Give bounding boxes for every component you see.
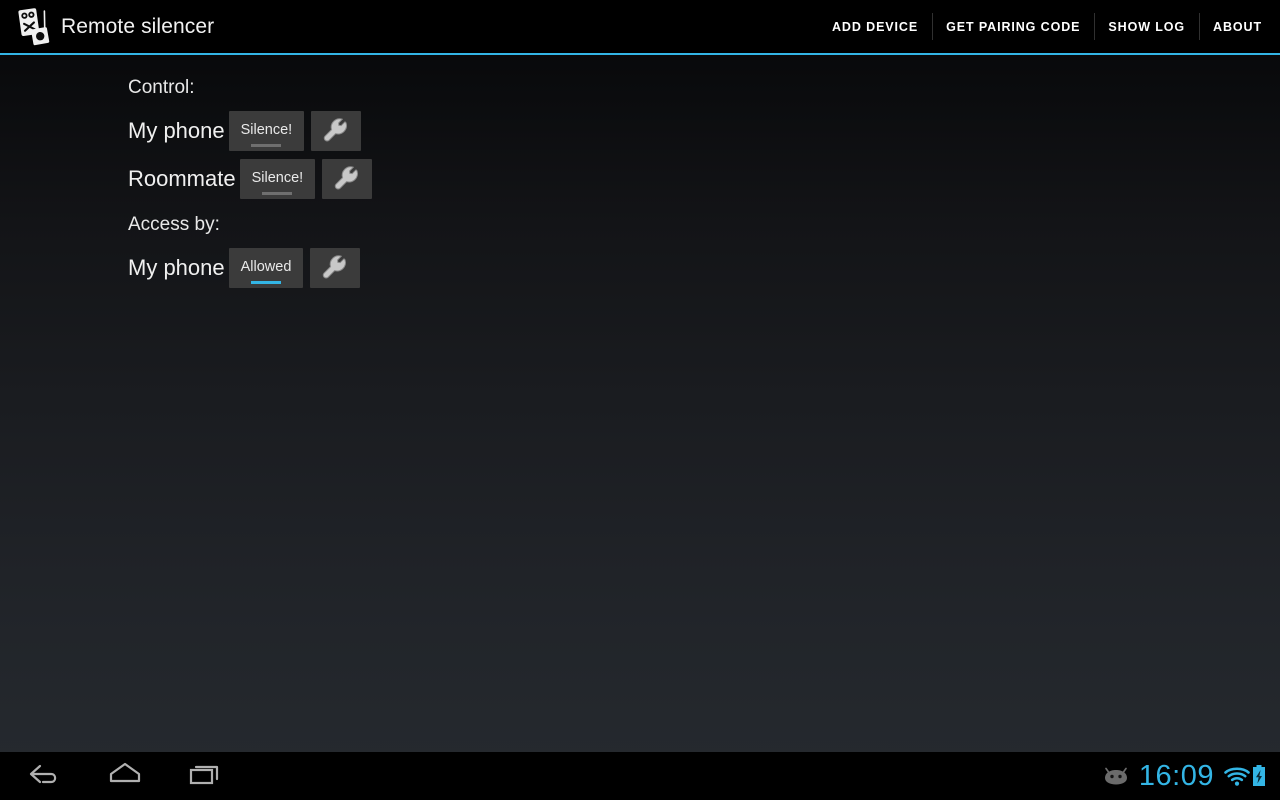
device-row-my-phone-access: My phone Allowed	[128, 244, 1280, 292]
main-content: Control: My phone Silence! Roommate Sile…	[0, 55, 1280, 752]
recents-button[interactable]	[165, 752, 245, 800]
button-state-underline	[251, 144, 282, 147]
settings-button-my-phone-access[interactable]	[310, 248, 361, 288]
system-navigation-bar: 16:09	[0, 752, 1280, 800]
section-access-by: Access by: My phone Allowed	[128, 213, 1280, 292]
silence-button-label: Silence!	[240, 121, 293, 138]
button-state-underline	[251, 281, 282, 284]
action-bar: Remote silencer ADD DEVICE GET PAIRING C…	[0, 0, 1280, 53]
silence-button-label: Silence!	[251, 169, 304, 186]
action-add-device[interactable]: ADD DEVICE	[818, 0, 932, 53]
status-clock: 16:09	[1138, 759, 1214, 792]
page-title: Remote silencer	[61, 15, 215, 38]
access-toggle-label: Allowed	[240, 258, 292, 275]
android-bug-icon	[1103, 766, 1129, 786]
status-area[interactable]: 16:09	[1103, 752, 1280, 800]
settings-button-roommate-control[interactable]	[322, 159, 373, 199]
device-row-my-phone-control: My phone Silence!	[128, 107, 1280, 155]
access-toggle-my-phone[interactable]: Allowed	[228, 248, 304, 288]
device-label: Roommate	[128, 166, 236, 191]
back-button[interactable]	[5, 752, 85, 800]
home-button[interactable]	[85, 752, 165, 800]
device-screen: Remote silencer ADD DEVICE GET PAIRING C…	[0, 0, 1280, 800]
back-arrow-icon	[27, 761, 63, 792]
section-control: Control: My phone Silence! Roommate Sile…	[128, 76, 1280, 203]
wrench-icon	[332, 164, 362, 194]
remote-silencer-app-icon	[17, 7, 51, 47]
recent-apps-icon	[187, 761, 223, 792]
silence-button-my-phone[interactable]: Silence!	[228, 111, 305, 151]
action-show-log[interactable]: SHOW LOG	[1094, 0, 1199, 53]
action-about[interactable]: ABOUT	[1199, 0, 1280, 53]
device-row-roommate-control: Roommate Silence!	[128, 155, 1280, 203]
device-label: My phone	[128, 255, 225, 280]
button-state-underline	[262, 192, 293, 195]
section-header-access-by: Access by:	[128, 214, 220, 235]
home-icon	[105, 761, 145, 792]
wrench-icon	[321, 116, 351, 146]
silence-button-roommate[interactable]: Silence!	[239, 159, 316, 199]
wrench-icon	[320, 253, 350, 283]
action-get-pairing-code[interactable]: GET PAIRING CODE	[932, 0, 1094, 53]
device-label: My phone	[128, 118, 225, 143]
action-bar-buttons: ADD DEVICE GET PAIRING CODE SHOW LOG ABO…	[818, 0, 1280, 53]
battery-charging-icon	[1251, 764, 1267, 788]
settings-button-my-phone-control[interactable]	[311, 111, 362, 151]
section-header-control: Control:	[128, 77, 195, 98]
wifi-full-icon	[1223, 765, 1251, 787]
